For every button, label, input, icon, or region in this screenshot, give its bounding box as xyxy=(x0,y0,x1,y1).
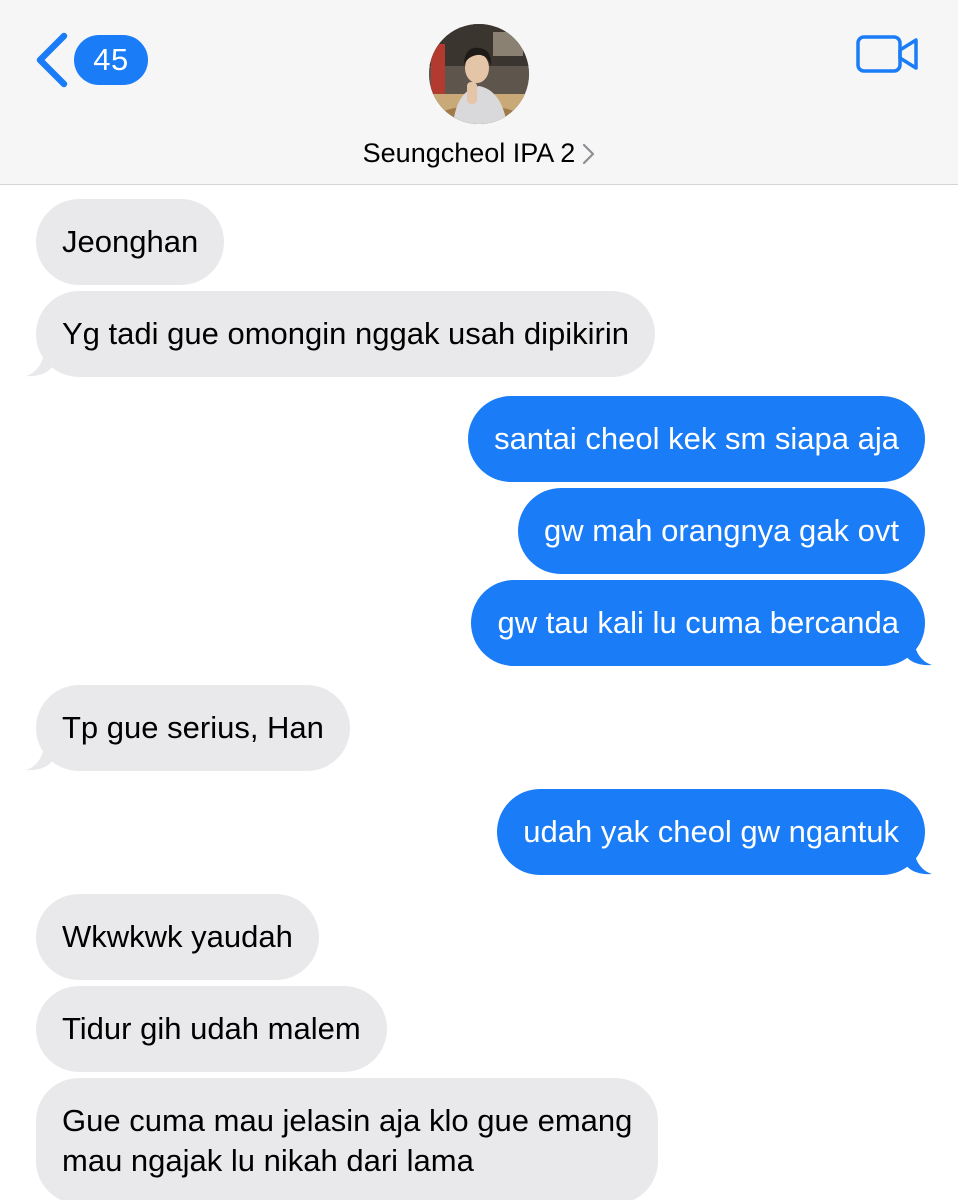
chevron-left-icon xyxy=(36,32,68,88)
incoming-message[interactable]: Yg tadi gue omongin nggak usah dipikirin xyxy=(36,291,655,377)
outgoing-message[interactable]: gw tau kali lu cuma bercanda xyxy=(471,580,925,666)
incoming-message[interactable]: Tp gue serius, Han xyxy=(36,685,350,771)
incoming-message[interactable]: Wkwkwk yaudah xyxy=(36,894,319,980)
contact-name: Seungcheol IPA 2 xyxy=(362,138,576,168)
message-thread[interactable]: Jeonghan Yg tadi gue omongin nggak usah … xyxy=(0,185,958,1200)
conversation-header: 45 Seungcheol IPA 2 xyxy=(0,0,958,185)
avatar-photo xyxy=(429,24,529,124)
avatar[interactable] xyxy=(429,24,529,124)
contact-name-button[interactable]: Seungcheol IPA 2 xyxy=(0,138,958,169)
incoming-bubble-tail xyxy=(26,349,52,377)
outgoing-bubble-tail xyxy=(906,847,932,875)
incoming-message[interactable]: Jeonghan xyxy=(36,199,225,285)
incoming-message[interactable]: Gue cuma mau jelasin aja klo gue emang m… xyxy=(36,1078,659,1200)
incoming-message[interactable]: Tidur gih udah malem xyxy=(36,986,387,1072)
unread-count-badge: 45 xyxy=(74,35,148,85)
messages-screen: 45 Seungcheol IPA 2 Jeonghan Yg tadi gue… xyxy=(0,0,958,1200)
incoming-bubble-tail xyxy=(26,743,52,771)
video-camera-icon[interactable] xyxy=(856,33,920,75)
chevron-right-icon xyxy=(583,143,595,164)
outgoing-message[interactable]: santai cheol kek sm siapa aja xyxy=(468,396,925,482)
outgoing-message[interactable]: udah yak cheol gw ngantuk xyxy=(497,789,925,875)
back-button[interactable]: 45 xyxy=(30,30,148,90)
outgoing-bubble-tail xyxy=(906,638,932,666)
outgoing-message[interactable]: gw mah orangnya gak ovt xyxy=(518,488,925,574)
